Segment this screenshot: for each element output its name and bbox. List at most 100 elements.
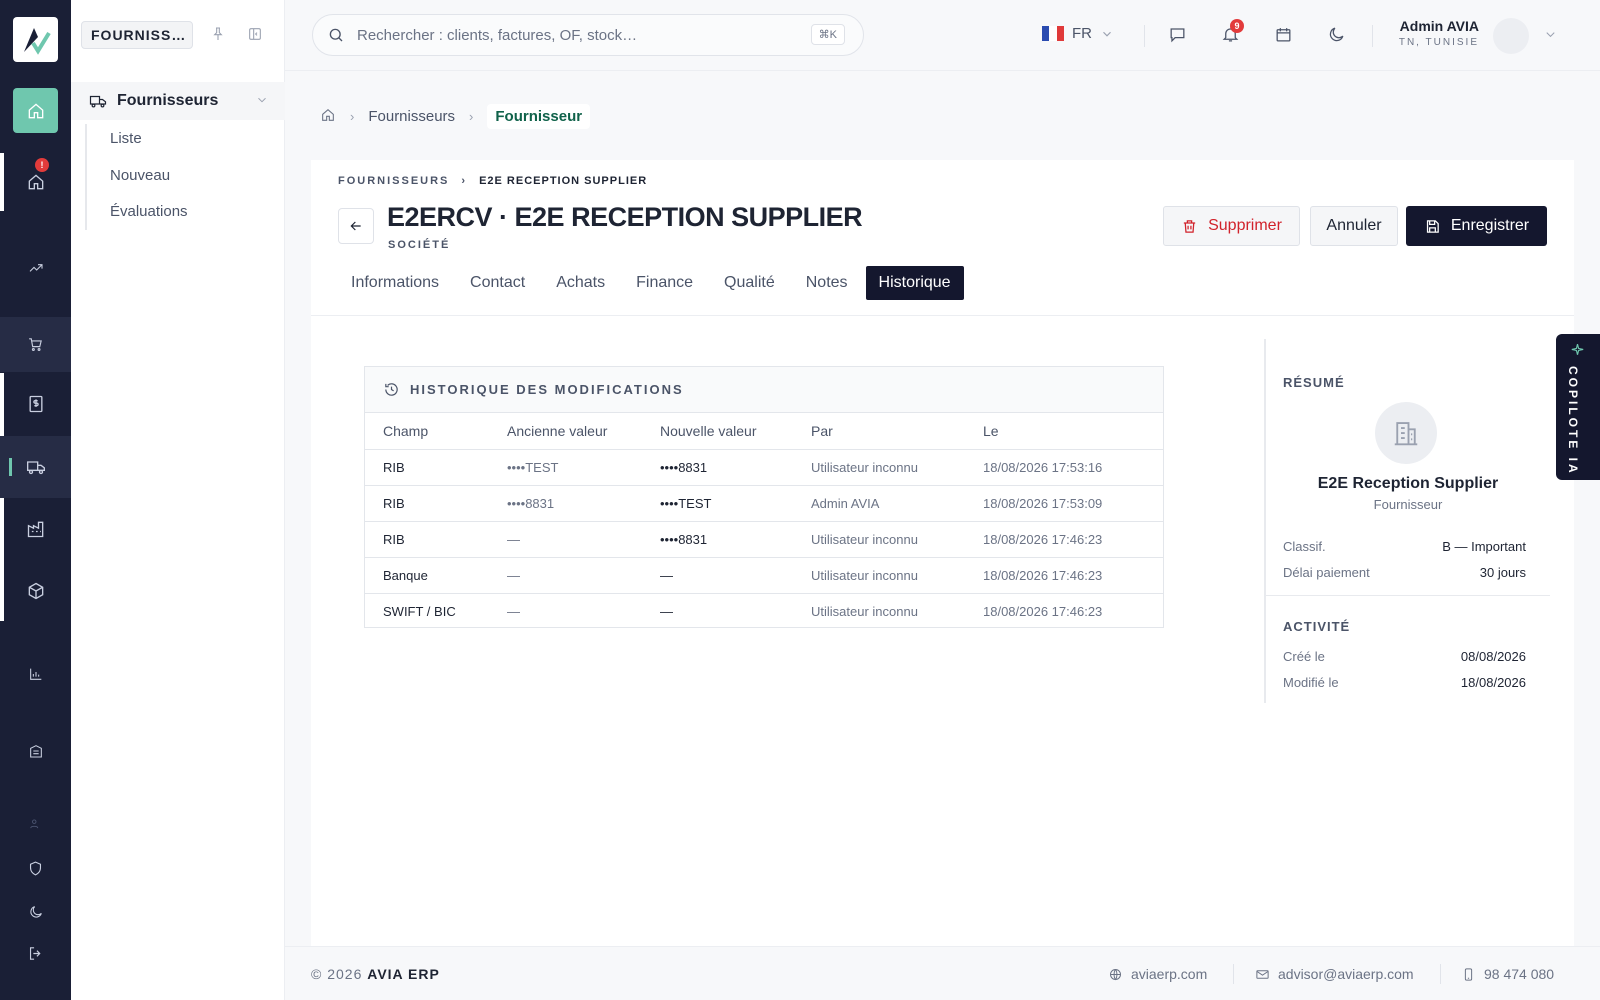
table-header-row: Champ Ancienne valeur Nouvelle valeur Pa…: [365, 413, 1163, 450]
cancel-button[interactable]: Annuler: [1310, 206, 1398, 246]
table-row: SWIFT / BIC — — Utilisateur inconnu 18/0…: [365, 593, 1163, 629]
chevron-down-icon: [1103, 31, 1111, 37]
summary-type: Fournisseur: [1373, 497, 1443, 512]
cell-ancienne: ••••8831: [507, 485, 660, 522]
summary-label: RÉSUMÉ: [1283, 375, 1345, 390]
rail-current-marker: [9, 458, 12, 476]
breadcrumb-separator: ›: [469, 109, 474, 124]
history-title: HISTORIQUE DES MODIFICATIONS: [410, 382, 684, 397]
top-bar: Rechercher : clients, factures, OF, stoc…: [285, 0, 1600, 71]
col-le: Le: [983, 413, 1163, 450]
cell-ancienne: —: [507, 557, 660, 594]
search-icon: [329, 28, 343, 42]
breadcrumb-parent[interactable]: Fournisseurs: [368, 108, 455, 125]
app-rail: !: [0, 0, 71, 1000]
footer-email-link[interactable]: advisor@aviaerp.com: [1255, 966, 1414, 982]
created-key: Créé le: [1283, 649, 1325, 664]
user-location: TN, TUNISIE: [1398, 37, 1479, 48]
chevron-down-icon: [255, 93, 269, 112]
trash-icon: [1183, 219, 1196, 233]
save-button[interactable]: Enregistrer: [1406, 206, 1547, 246]
chevron-down-icon[interactable]: [1543, 27, 1558, 47]
invoice-dollar-icon: [29, 395, 42, 413]
arrow-left-icon: [350, 221, 361, 231]
search-placeholder: Rechercher : clients, factures, OF, stoc…: [357, 26, 638, 44]
footer-phone: 98 474 080: [1484, 966, 1555, 982]
cell-par: Admin AVIA: [811, 485, 983, 522]
pin-icon[interactable]: [210, 26, 226, 47]
copilot-label: COPILOTE IA: [1566, 366, 1580, 476]
tab-historique[interactable]: Historique: [865, 266, 964, 300]
breadcrumb-current: Fournisseur: [487, 104, 591, 129]
sidebar-group-fournisseurs[interactable]: Fournisseurs: [71, 82, 285, 120]
back-button[interactable]: [338, 208, 374, 244]
footer-site-link[interactable]: aviaerp.com: [1108, 966, 1207, 982]
cell-nouvelle: —: [660, 603, 673, 619]
cell-le: 18/08/2026 17:46:23: [983, 521, 1163, 558]
page-subtitle: SOCIÉTÉ: [388, 239, 451, 251]
rail-production-button[interactable]: [0, 505, 71, 553]
notification-badge: 9: [1230, 19, 1244, 33]
cart-icon: [29, 338, 42, 351]
collapse-sidebar-icon[interactable]: [247, 26, 263, 47]
rail-analytics-button[interactable]: [0, 244, 71, 292]
search-input[interactable]: Rechercher : clients, factures, OF, stoc…: [312, 14, 864, 56]
tab-notes[interactable]: Notes: [793, 266, 861, 300]
footer: © 2026 AVIA ERP aviaerp.com advisor@avia…: [285, 946, 1600, 1000]
cell-ancienne: ••••TEST: [507, 449, 660, 486]
classif-key: Classif.: [1283, 539, 1326, 554]
rail-home-button[interactable]: [0, 88, 71, 133]
tab-informations[interactable]: Informations: [338, 266, 452, 300]
rail-stock-button[interactable]: [0, 567, 71, 615]
rail-reports-button[interactable]: [0, 650, 71, 698]
table-row: Banque — — Utilisateur inconnu 18/08/202…: [365, 557, 1163, 594]
chart-icon: [29, 668, 41, 680]
modified-key: Modifié le: [1283, 675, 1339, 690]
home-alt-icon: [28, 174, 43, 190]
summary-classif: Classif. B — Important: [1283, 539, 1526, 554]
bell-icon[interactable]: 9: [1221, 19, 1244, 49]
save-icon: [1426, 219, 1439, 233]
app-logo[interactable]: [13, 17, 58, 62]
moon-icon[interactable]: [1327, 25, 1346, 49]
tab-contact[interactable]: Contact: [457, 266, 538, 300]
messages-icon[interactable]: [1168, 25, 1187, 49]
language-selector[interactable]: FR: [1042, 25, 1114, 42]
tab-finance[interactable]: Finance: [623, 266, 706, 300]
cell-par: Utilisateur inconnu: [811, 521, 983, 558]
cell-le: 18/08/2026 17:46:23: [983, 557, 1163, 594]
user-name: Admin AVIA: [1399, 18, 1479, 34]
col-champ: Champ: [365, 413, 507, 450]
company-avatar: [1375, 402, 1437, 464]
sidebar-item-nouveau[interactable]: Nouveau: [110, 167, 170, 184]
rail-logout-button[interactable]: [0, 929, 71, 977]
rail-crm-button[interactable]: !: [0, 158, 71, 206]
rail-users-button[interactable]: [0, 800, 71, 848]
workspace-chip[interactable]: FOURNISS…: [81, 21, 193, 49]
sidebar-item-evaluations[interactable]: Évaluations: [110, 203, 188, 220]
truck-icon: [89, 92, 107, 110]
rail-org-button[interactable]: [0, 727, 71, 775]
user-menu[interactable]: Admin AVIA TN, TUNISIE: [1359, 18, 1479, 48]
avatar[interactable]: [1493, 18, 1529, 54]
copilot-button[interactable]: COPILOTE IA: [1556, 334, 1600, 480]
mini-breadcrumb-parent[interactable]: FOURNISSEURS: [338, 175, 449, 187]
delete-button[interactable]: Supprimer: [1163, 206, 1300, 246]
rail-finance-button[interactable]: [0, 380, 71, 428]
history-table: Champ Ancienne valeur Nouvelle valeur Pa…: [365, 413, 1163, 629]
divider: [1440, 964, 1441, 984]
tab-qualite[interactable]: Qualité: [711, 266, 788, 300]
history-panel: HISTORIQUE DES MODIFICATIONS Champ Ancie…: [364, 366, 1164, 628]
calendar-icon[interactable]: [1274, 25, 1293, 49]
sidebar-item-liste[interactable]: Liste: [110, 130, 142, 147]
breadcrumb: › Fournisseurs › Fournisseur: [320, 104, 591, 129]
moon-icon: [29, 906, 42, 918]
rail-security-button[interactable]: [0, 844, 71, 892]
rail-sales-button[interactable]: [0, 317, 71, 372]
mini-breadcrumb: FOURNISSEURS › E2E RECEPTION SUPPLIER: [338, 175, 647, 187]
tab-achats[interactable]: Achats: [543, 266, 618, 300]
users-icon: [29, 819, 38, 829]
home-icon[interactable]: [320, 107, 336, 127]
divider: [1233, 964, 1234, 984]
footer-phone-link[interactable]: 98 474 080: [1461, 966, 1554, 982]
